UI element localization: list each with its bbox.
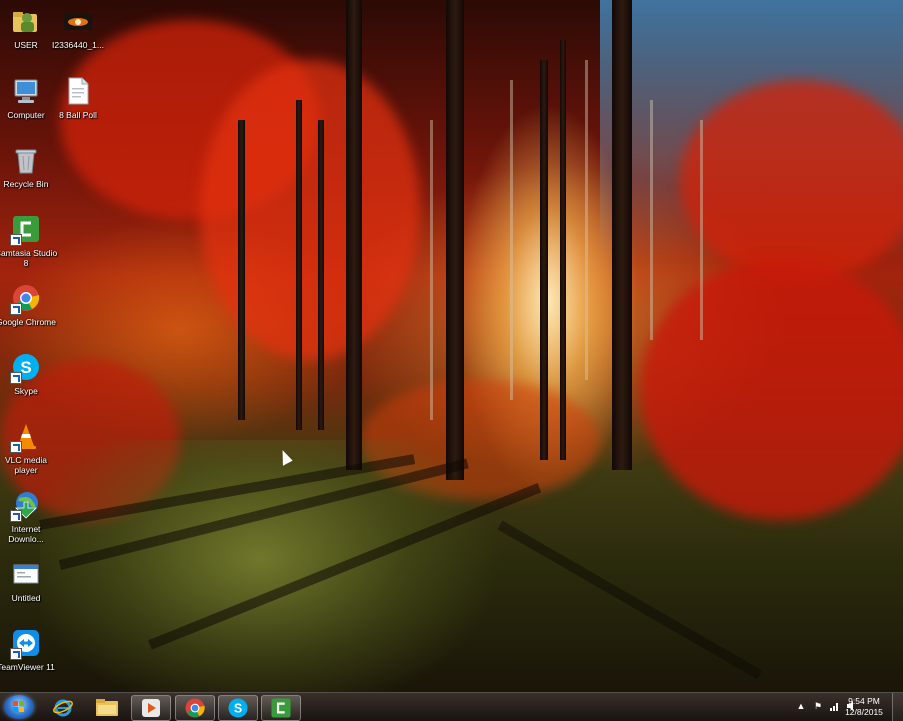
flag-icon[interactable]: ⚑ xyxy=(813,700,823,712)
taskbar: S ▲ ⚑ 9:54 PM 12/8/2015 xyxy=(0,692,903,721)
desktop-icon-label: Camtasia Studio 8 xyxy=(0,248,58,268)
tree-trunk xyxy=(446,0,464,480)
taskbar-chrome[interactable] xyxy=(175,695,215,721)
svg-text:S: S xyxy=(234,701,242,715)
taskbar-file-explorer[interactable] xyxy=(88,695,126,719)
tree-trunk xyxy=(560,40,566,460)
document-icon xyxy=(61,74,95,108)
tree-trunk xyxy=(540,60,548,460)
desktop-icon-skype[interactable]: S Skype xyxy=(0,346,58,416)
teamviewer-icon xyxy=(9,626,43,660)
taskbar-media-player[interactable] xyxy=(131,695,171,721)
camtasia-icon xyxy=(9,212,43,246)
desktop-icon-label: TeamViewer 11 xyxy=(0,662,55,672)
desktop-icon-video-file[interactable]: I2336440_1... xyxy=(46,0,110,70)
internet-explorer-icon xyxy=(53,699,73,717)
clock-date: 12/8/2015 xyxy=(845,707,883,717)
svg-text:S: S xyxy=(20,358,31,377)
wallpaper-foliage xyxy=(200,60,420,360)
taskbar-clock[interactable]: 9:54 PM 12/8/2015 xyxy=(839,696,889,718)
video-thumbnail-icon xyxy=(61,4,95,38)
desktop-icon-label: 8 Ball Poll xyxy=(59,110,97,120)
desktop-icon-untitled[interactable]: Untitled xyxy=(0,553,58,623)
wallpaper-foliage xyxy=(680,80,903,280)
desktop-icon-label: VLC media player xyxy=(4,455,48,475)
file-explorer-icon xyxy=(96,699,118,716)
clock-time: 9:54 PM xyxy=(848,696,880,706)
globe-download-icon xyxy=(9,488,43,522)
taskbar-skype[interactable]: S xyxy=(218,695,258,721)
desktop-icon-label: Recycle Bin xyxy=(3,179,49,189)
camtasia-icon xyxy=(271,698,291,718)
taskbar-internet-explorer[interactable] xyxy=(44,695,82,719)
media-player-icon xyxy=(142,699,160,717)
computer-icon xyxy=(9,74,43,108)
desktop-icon-label: Skype xyxy=(14,386,38,396)
taskbar-camtasia[interactable] xyxy=(261,695,301,721)
desktop-wallpaper xyxy=(0,0,903,692)
tree-trunk xyxy=(318,120,324,430)
desktop-icon-8-ball-poll[interactable]: 8 Ball Poll xyxy=(46,70,110,140)
skype-icon: S xyxy=(228,698,248,718)
desktop-icon-google-chrome[interactable]: Google Chrome xyxy=(0,277,58,347)
desktop-icon-vlc[interactable]: VLC media player xyxy=(0,415,58,485)
start-button[interactable] xyxy=(4,695,34,719)
desktop-icon-label: I2336440_1... xyxy=(52,40,104,50)
desktop-icon-camtasia[interactable]: Camtasia Studio 8 xyxy=(0,208,58,278)
desktop-icon-teamviewer[interactable]: TeamViewer 11 xyxy=(0,622,58,692)
desktop-icon-label: Google Chrome xyxy=(0,317,56,327)
recycle-bin-icon xyxy=(9,143,43,177)
image-file-icon xyxy=(9,557,43,591)
tree-trunk xyxy=(238,120,245,420)
windows-logo-icon xyxy=(13,701,25,713)
skype-icon: S xyxy=(9,350,43,384)
desktop-icon-label: Untitled xyxy=(11,593,41,603)
wallpaper-foliage xyxy=(640,260,903,520)
desktop-icon-label: Internet Downlo... xyxy=(8,524,44,544)
tree-trunk xyxy=(296,100,302,430)
tree-trunk xyxy=(346,0,362,470)
user-folder-icon xyxy=(9,4,43,38)
vlc-cone-icon xyxy=(9,419,43,453)
desktop-icon-recycle-bin[interactable]: Recycle Bin xyxy=(0,139,58,209)
tree-trunk xyxy=(612,0,632,470)
chrome-icon xyxy=(185,698,205,718)
show-hidden-icons-icon[interactable]: ▲ xyxy=(796,700,806,712)
chrome-icon xyxy=(9,281,43,315)
show-desktop-button[interactable] xyxy=(892,693,903,721)
desktop-icon-internet-download-manager[interactable]: Internet Downlo... xyxy=(0,484,58,554)
